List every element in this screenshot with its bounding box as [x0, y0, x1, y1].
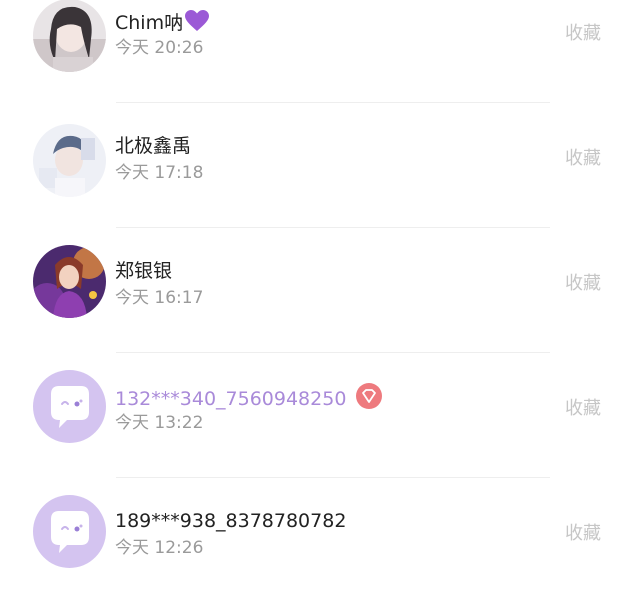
avatar[interactable] [33, 124, 106, 197]
avatar-photo [33, 124, 106, 197]
avatar-photo [33, 0, 106, 72]
favorite-button[interactable]: 收藏 [565, 523, 601, 545]
avatar[interactable] [33, 370, 106, 443]
contact-name[interactable]: 北极鑫禹 [115, 135, 191, 157]
default-chat-bubble-icon [51, 386, 89, 428]
list-item[interactable]: 郑银银 今天 16:17 收藏 [0, 222, 640, 347]
timestamp: 今天 17:18 [115, 163, 204, 183]
list-item[interactable]: 132***340_7560948250 今天 13:22 收藏 [0, 347, 640, 472]
contact-name[interactable]: 132***340_7560948250 [115, 383, 383, 410]
default-chat-bubble-icon [51, 511, 89, 553]
contact-name[interactable]: 郑银银 [115, 260, 172, 282]
avatar-photo [33, 245, 106, 318]
avatar[interactable] [33, 495, 106, 568]
avatar[interactable] [33, 245, 106, 318]
timestamp: 今天 12:26 [115, 538, 204, 558]
favorite-button[interactable]: 收藏 [565, 273, 601, 295]
timestamp: 今天 13:22 [115, 413, 204, 433]
list-item[interactable]: Chim呐 今天 20:26 收藏 [0, 0, 640, 97]
favorite-button[interactable]: 收藏 [565, 23, 601, 45]
timestamp: 今天 20:26 [115, 38, 204, 58]
avatar[interactable] [33, 0, 106, 72]
favorite-button[interactable]: 收藏 [565, 148, 601, 170]
list-item[interactable]: 北极鑫禹 今天 17:18 收藏 [0, 97, 640, 222]
timestamp: 今天 16:17 [115, 288, 204, 308]
diamond-vip-icon [356, 383, 383, 409]
list-item[interactable]: 189***938_8378780782 今天 12:26 收藏 [0, 472, 640, 597]
purple-heart-icon [185, 10, 210, 31]
contact-name[interactable]: Chim呐 [115, 10, 210, 34]
favorite-button[interactable]: 收藏 [565, 398, 601, 420]
contact-name[interactable]: 189***938_8378780782 [115, 510, 346, 532]
